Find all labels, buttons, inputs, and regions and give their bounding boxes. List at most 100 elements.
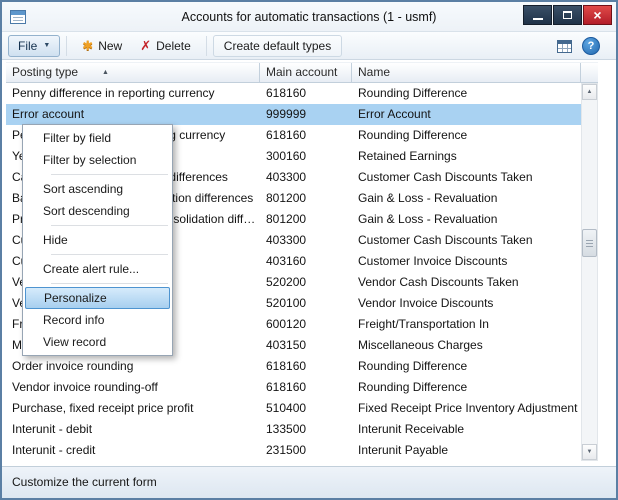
status-bar: Customize the current form	[2, 466, 616, 498]
cell-main-account: 801200	[260, 188, 352, 209]
cell-main-account: 520100	[260, 293, 352, 314]
menu-item-personalize[interactable]: Personalize	[25, 287, 170, 309]
delete-button[interactable]: ✗ Delete	[131, 35, 200, 57]
help-icon: ?	[588, 40, 595, 52]
new-button-label: New	[98, 39, 122, 53]
cell-name: Fixed Receipt Price Inventory Adjustment	[352, 398, 581, 419]
column-header-main-account[interactable]: Main account	[260, 63, 352, 82]
cell-name: Miscellaneous Charges	[352, 335, 581, 356]
menu-item-record-info[interactable]: Record info	[23, 309, 172, 331]
cell-name: Retained Earnings	[352, 146, 581, 167]
table-row[interactable]: Error account999999Error Account	[6, 104, 581, 125]
table-row[interactable]: Order invoice rounding618160Rounding Dif…	[6, 356, 581, 377]
cell-name: Rounding Difference	[352, 377, 581, 398]
menu-item-sort-ascending[interactable]: Sort ascending	[23, 178, 172, 200]
app-window: Accounts for automatic transactions (1 -…	[0, 0, 618, 500]
cell-main-account: 600120	[260, 314, 352, 335]
table-row[interactable]: Interunit - debit133500Interunit Receiva…	[6, 419, 581, 440]
context-menu-items: Filter by fieldFilter by selection Sort a…	[23, 127, 172, 353]
delete-button-label: Delete	[156, 39, 191, 53]
cell-name: Rounding Difference	[352, 125, 581, 146]
cell-main-account: 801200	[260, 209, 352, 230]
close-icon: ×	[593, 6, 601, 24]
window-controls: ×	[523, 5, 612, 25]
cell-main-account: 618160	[260, 125, 352, 146]
new-icon: ✱	[82, 38, 93, 54]
cell-main-account: 403160	[260, 251, 352, 272]
cell-name: Interunit Payable	[352, 440, 581, 461]
cell-main-account: 618160	[260, 377, 352, 398]
cell-name: Rounding Difference	[352, 83, 581, 104]
scrollbar-thumb[interactable]	[582, 229, 597, 257]
cell-posting-type: Purchase, fixed receipt price profit	[6, 398, 260, 419]
menu-item-view-record[interactable]: View record	[23, 331, 172, 353]
cell-name: Customer Cash Discounts Taken	[352, 167, 581, 188]
cell-posting-type: Interunit - credit	[6, 440, 260, 461]
toolbar-separator	[206, 36, 207, 56]
menu-item-hide[interactable]: Hide	[23, 229, 172, 251]
toolbar-separator	[66, 36, 67, 56]
grid-view-button[interactable]	[552, 35, 576, 57]
close-button[interactable]: ×	[583, 5, 612, 25]
cell-name: Rounding Difference	[352, 356, 581, 377]
column-header-posting-type[interactable]: Posting type▲	[6, 63, 260, 82]
cell-name: Customer Cash Discounts Taken	[352, 230, 581, 251]
cell-main-account: 510400	[260, 398, 352, 419]
menu-item-create-alert-rule[interactable]: Create alert rule...	[23, 258, 172, 280]
grid-header: Posting type▲ Main account Name	[6, 62, 598, 83]
cell-name: Error Account	[352, 104, 581, 125]
menu-item-filter-by-field[interactable]: Filter by field	[23, 127, 172, 149]
column-header-name[interactable]: Name	[352, 63, 581, 82]
file-menu-label: File	[18, 39, 37, 53]
minimize-button[interactable]	[523, 5, 552, 25]
cell-main-account: 403300	[260, 167, 352, 188]
cell-posting-type: Interunit - debit	[6, 419, 260, 440]
cell-main-account: 618160	[260, 356, 352, 377]
cell-name: Vendor Invoice Discounts	[352, 293, 581, 314]
menu-separator	[23, 171, 172, 178]
table-row[interactable]: Penny difference in reporting currency61…	[6, 83, 581, 104]
scroll-up-icon: ▲	[587, 89, 593, 95]
scroll-up-button[interactable]: ▲	[582, 84, 597, 100]
table-row[interactable]: Purchase, fixed receipt price profit5104…	[6, 398, 581, 419]
chevron-down-icon: ▼	[43, 42, 50, 49]
menu-item-sort-descending[interactable]: Sort descending	[23, 200, 172, 222]
cell-name: Customer Invoice Discounts	[352, 251, 581, 272]
menu-separator	[23, 280, 172, 287]
help-button[interactable]: ?	[582, 37, 600, 55]
column-header-label: Posting type	[12, 65, 78, 79]
grid-view-icon	[557, 40, 572, 53]
cell-main-account: 403300	[260, 230, 352, 251]
column-header-filler	[581, 63, 598, 82]
cell-main-account: 133500	[260, 419, 352, 440]
scroll-down-icon: ▼	[587, 449, 593, 455]
cell-main-account: 403150	[260, 335, 352, 356]
cell-name: Gain & Loss - Revaluation	[352, 188, 581, 209]
table-row[interactable]: Interunit - credit231500Interunit Payabl…	[6, 440, 581, 461]
cell-main-account: 231500	[260, 440, 352, 461]
status-text: Customize the current form	[12, 475, 157, 489]
table-row[interactable]: Vendor invoice rounding-off618160Roundin…	[6, 377, 581, 398]
menu-separator	[23, 251, 172, 258]
cell-main-account: 618160	[260, 83, 352, 104]
scroll-down-button[interactable]: ▼	[582, 444, 597, 460]
menu-separator	[23, 222, 172, 229]
file-menu-button[interactable]: File ▼	[8, 35, 60, 57]
cell-main-account: 520200	[260, 272, 352, 293]
cell-name: Interunit Receivable	[352, 419, 581, 440]
menu-item-filter-by-selection[interactable]: Filter by selection	[23, 149, 172, 171]
cell-posting-type: Order invoice rounding	[6, 356, 260, 377]
vertical-scrollbar[interactable]: ▲ ▼	[581, 83, 598, 461]
cell-name: Gain & Loss - Revaluation	[352, 209, 581, 230]
minimize-icon	[533, 18, 543, 20]
delete-icon: ✗	[140, 38, 151, 54]
cell-posting-type: Vendor invoice rounding-off	[6, 377, 260, 398]
new-button[interactable]: ✱ New	[73, 35, 131, 57]
maximize-icon	[563, 11, 572, 19]
title-bar: Accounts for automatic transactions (1 -…	[2, 2, 616, 32]
create-default-types-button[interactable]: Create default types	[213, 35, 342, 57]
cell-posting-type: Penny difference in reporting currency	[6, 83, 260, 104]
cell-name: Freight/Transportation In	[352, 314, 581, 335]
cell-name: Vendor Cash Discounts Taken	[352, 272, 581, 293]
maximize-button[interactable]	[553, 5, 582, 25]
